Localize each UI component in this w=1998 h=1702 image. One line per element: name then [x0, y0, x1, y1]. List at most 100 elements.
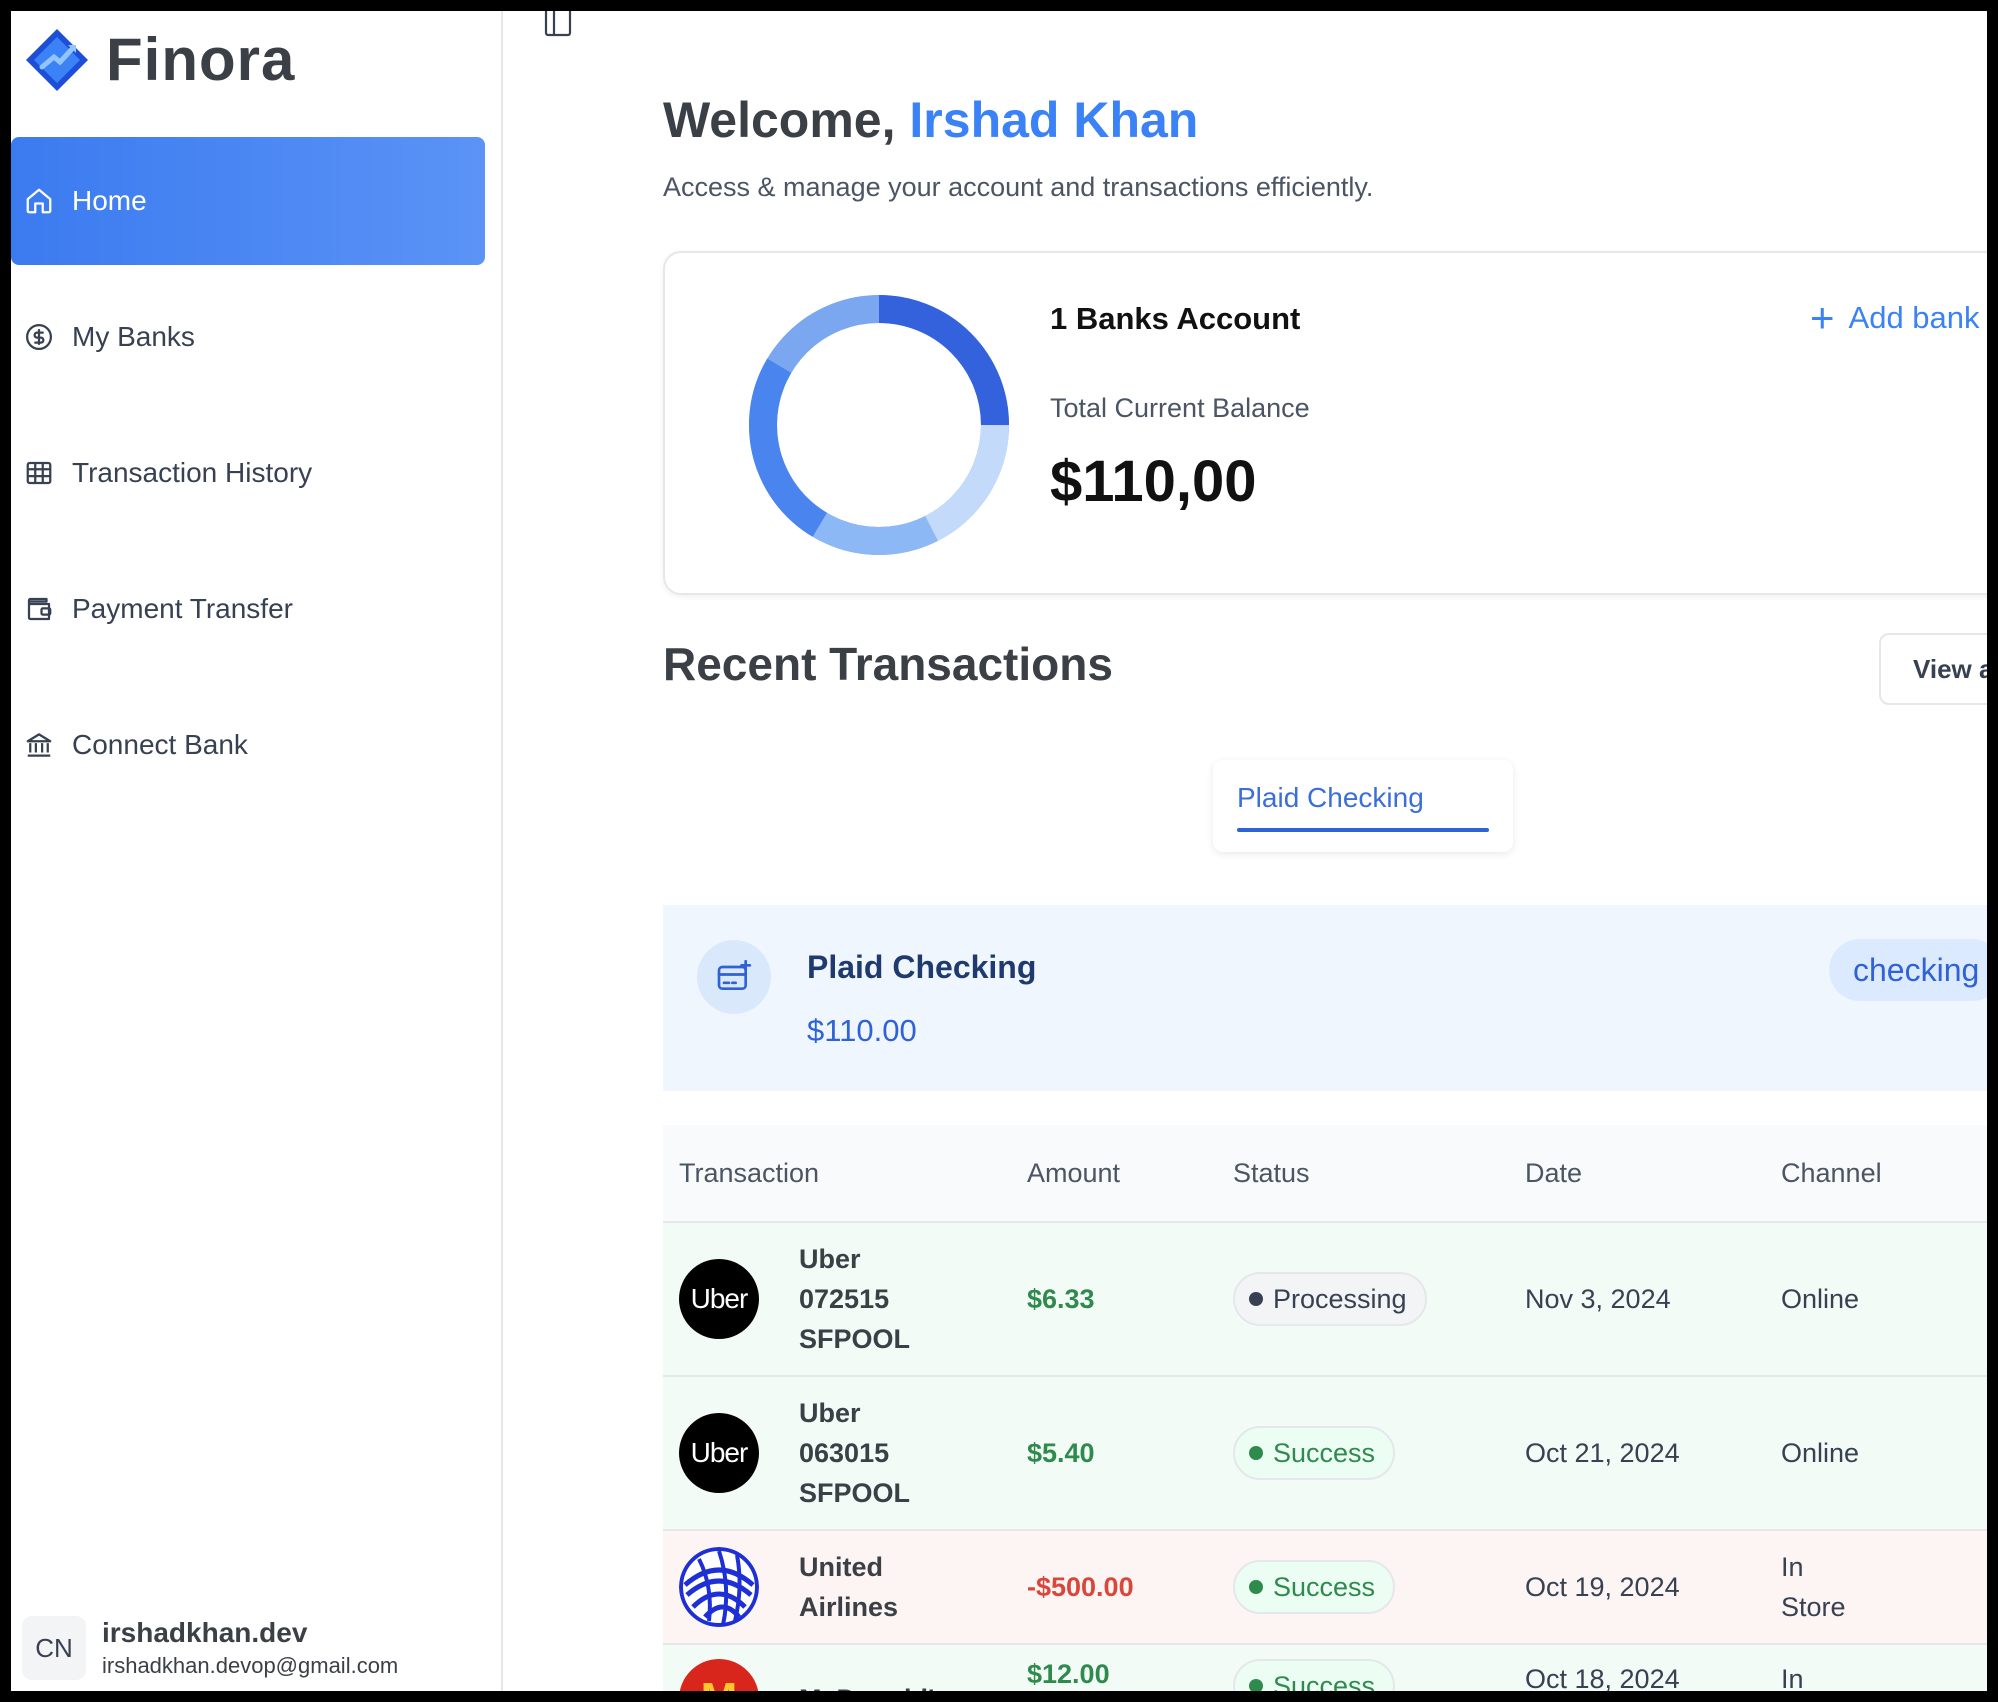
- bank-tabs: Plaid Checking: [1213, 760, 1513, 852]
- column-header-amount: Amount: [1027, 1157, 1121, 1188]
- tab-plaid-checking[interactable]: Plaid Checking: [1237, 782, 1424, 814]
- credit-card-icon: [697, 940, 771, 1014]
- table-row[interactable]: Uber Uber 072515 SFPOOL $6.33 Processing…: [663, 1223, 1987, 1377]
- sidebar-item-connect-bank[interactable]: Connect Bank: [11, 681, 485, 809]
- dollar-circle-icon: [24, 322, 54, 352]
- sidebar-item-label: Home: [72, 185, 147, 216]
- transaction-channel: Online: [1781, 1284, 1860, 1314]
- status-badge: Success: [1233, 1560, 1396, 1614]
- status-cell: Success: [1233, 1426, 1525, 1480]
- transaction-cell: Uber Uber 072515 SFPOOL: [663, 1239, 1027, 1359]
- sidebar-item-payment-transfer[interactable]: Payment Transfer: [11, 545, 485, 673]
- transaction-channel: In Store: [1781, 1664, 1804, 1691]
- transactions-table: Transaction Amount Status Date Channel U…: [663, 1125, 1987, 1691]
- status-text: Success: [1273, 1571, 1376, 1602]
- bank-count: 1 Banks Account: [1050, 301, 1301, 336]
- user-profile[interactable]: CN irshadkhan.dev irshadkhan.devop@gmail…: [22, 1616, 398, 1680]
- bank-info-card[interactable]: Plaid Checking $110.00 checking: [663, 905, 1987, 1091]
- column-header-status: Status: [1233, 1157, 1310, 1188]
- table-icon: [24, 458, 54, 488]
- user-name: irshadkhan.dev: [102, 1617, 308, 1648]
- status-dot: [1249, 1292, 1263, 1306]
- account-type-badge: checking: [1829, 939, 1987, 1001]
- plus-icon: +: [1810, 294, 1835, 341]
- view-all-button[interactable]: View all: [1879, 633, 1987, 705]
- status-text: Success: [1273, 1670, 1376, 1692]
- total-balance-label: Total Current Balance: [1050, 393, 1310, 423]
- transaction-name: United Airlines: [799, 1552, 899, 1622]
- recent-transactions-title: Recent Transactions: [663, 638, 1113, 690]
- transaction-name: Uber 063015 SFPOOL: [799, 1398, 911, 1508]
- greeting-text: Welcome,: [663, 92, 896, 148]
- account-name: Plaid Checking: [807, 949, 1037, 985]
- page-subtitle: Access & manage your account and transac…: [663, 172, 1374, 202]
- transaction-channel: In Store: [1781, 1552, 1846, 1622]
- bank-icon: [24, 730, 54, 760]
- transaction-amount: $5.40: [1027, 1437, 1095, 1468]
- sidebar-item-home[interactable]: Home: [11, 137, 485, 265]
- transaction-amount: $6.33: [1027, 1283, 1095, 1314]
- mcdonalds-logo: M: [679, 1659, 759, 1691]
- transaction-cell: Uber Uber 063015 SFPOOL: [663, 1393, 1027, 1513]
- user-info: irshadkhan.dev irshadkhan.devop@gmail.co…: [102, 1617, 398, 1679]
- account-balance: $110.00: [807, 1013, 917, 1048]
- home-icon: [24, 186, 54, 216]
- transaction-amount: $12.00: [1027, 1659, 1110, 1689]
- status-dot: [1249, 1580, 1263, 1594]
- table-row[interactable]: M McDonald's $12.00 Success Oct 18, 2024…: [663, 1645, 1987, 1691]
- total-balance-amount: $110,00: [1050, 449, 1257, 514]
- sidebar: Finora Home My Banks Transaction History: [11, 11, 503, 1691]
- transaction-date: Oct 19, 2024: [1525, 1572, 1680, 1602]
- app-logo[interactable]: Finora: [24, 25, 295, 94]
- column-header-date: Date: [1525, 1157, 1583, 1188]
- finora-logo-icon: [26, 28, 88, 91]
- transaction-cell: United Airlines: [663, 1547, 1027, 1627]
- column-header-channel: Channel: [1781, 1157, 1882, 1188]
- sidebar-item-transaction-history[interactable]: Transaction History: [11, 409, 485, 537]
- uber-logo: Uber: [679, 1259, 759, 1339]
- main-content: Welcome, Irshad Khan Access & manage you…: [503, 11, 1987, 1691]
- transaction-date: Nov 3, 2024: [1525, 1284, 1671, 1314]
- transaction-date: Oct 21, 2024: [1525, 1438, 1680, 1468]
- status-dot: [1249, 1446, 1263, 1460]
- status-dot: [1249, 1679, 1263, 1691]
- app-window: Finora Home My Banks Transaction History: [11, 11, 1987, 1691]
- transaction-amount: -$500.00: [1027, 1571, 1134, 1602]
- transaction-cell: M McDonald's: [663, 1659, 1027, 1691]
- page-title: Welcome, Irshad Khan: [663, 91, 1198, 149]
- total-balance-card: 1 Banks Account + Add bank Total Current…: [663, 251, 1987, 595]
- uber-logo: Uber: [679, 1413, 759, 1493]
- status-badge: Success: [1233, 1659, 1396, 1692]
- app-name: Finora: [106, 26, 296, 93]
- sidebar-item-label: My Banks: [72, 321, 195, 352]
- status-cell: Processing: [1233, 1272, 1525, 1326]
- active-tab-indicator: [1237, 828, 1489, 832]
- transaction-date: Oct 18, 2024: [1525, 1664, 1680, 1691]
- sidebar-item-label: Transaction History: [72, 457, 313, 488]
- status-badge: Processing: [1233, 1272, 1427, 1326]
- status-text: Success: [1273, 1437, 1376, 1468]
- status-cell: Success: [1233, 1659, 1525, 1691]
- add-bank-button[interactable]: + Add bank: [1810, 297, 1980, 339]
- sidebar-toggle-icon[interactable]: [544, 11, 572, 37]
- united-airlines-logo: [679, 1547, 759, 1627]
- status-text: Processing: [1273, 1283, 1407, 1314]
- table-row[interactable]: Uber Uber 063015 SFPOOL $5.40 Success Oc…: [663, 1377, 1987, 1531]
- transaction-name: McDonald's: [799, 1679, 999, 1691]
- greeting-user-name: Irshad Khan: [909, 92, 1199, 148]
- avatar: CN: [22, 1616, 86, 1680]
- balance-donut-chart: [749, 295, 1009, 555]
- sidebar-item-label: Payment Transfer: [72, 593, 293, 624]
- column-header-transaction: Transaction: [679, 1157, 820, 1188]
- sidebar-nav: Home My Banks Transaction History Paymen…: [11, 137, 485, 817]
- status-badge: Success: [1233, 1426, 1396, 1480]
- sidebar-item-my-banks[interactable]: My Banks: [11, 273, 485, 401]
- transaction-name: Uber 072515 SFPOOL: [799, 1244, 911, 1354]
- add-bank-label: Add bank: [1848, 300, 1980, 335]
- status-cell: Success: [1233, 1560, 1525, 1614]
- wallet-icon: [24, 594, 54, 624]
- table-row[interactable]: United Airlines -$500.00 Success Oct 19,…: [663, 1531, 1987, 1645]
- transaction-channel: Online: [1781, 1438, 1860, 1468]
- user-email: irshadkhan.devop@gmail.com: [102, 1653, 399, 1678]
- table-header: Transaction Amount Status Date Channel: [663, 1125, 1987, 1223]
